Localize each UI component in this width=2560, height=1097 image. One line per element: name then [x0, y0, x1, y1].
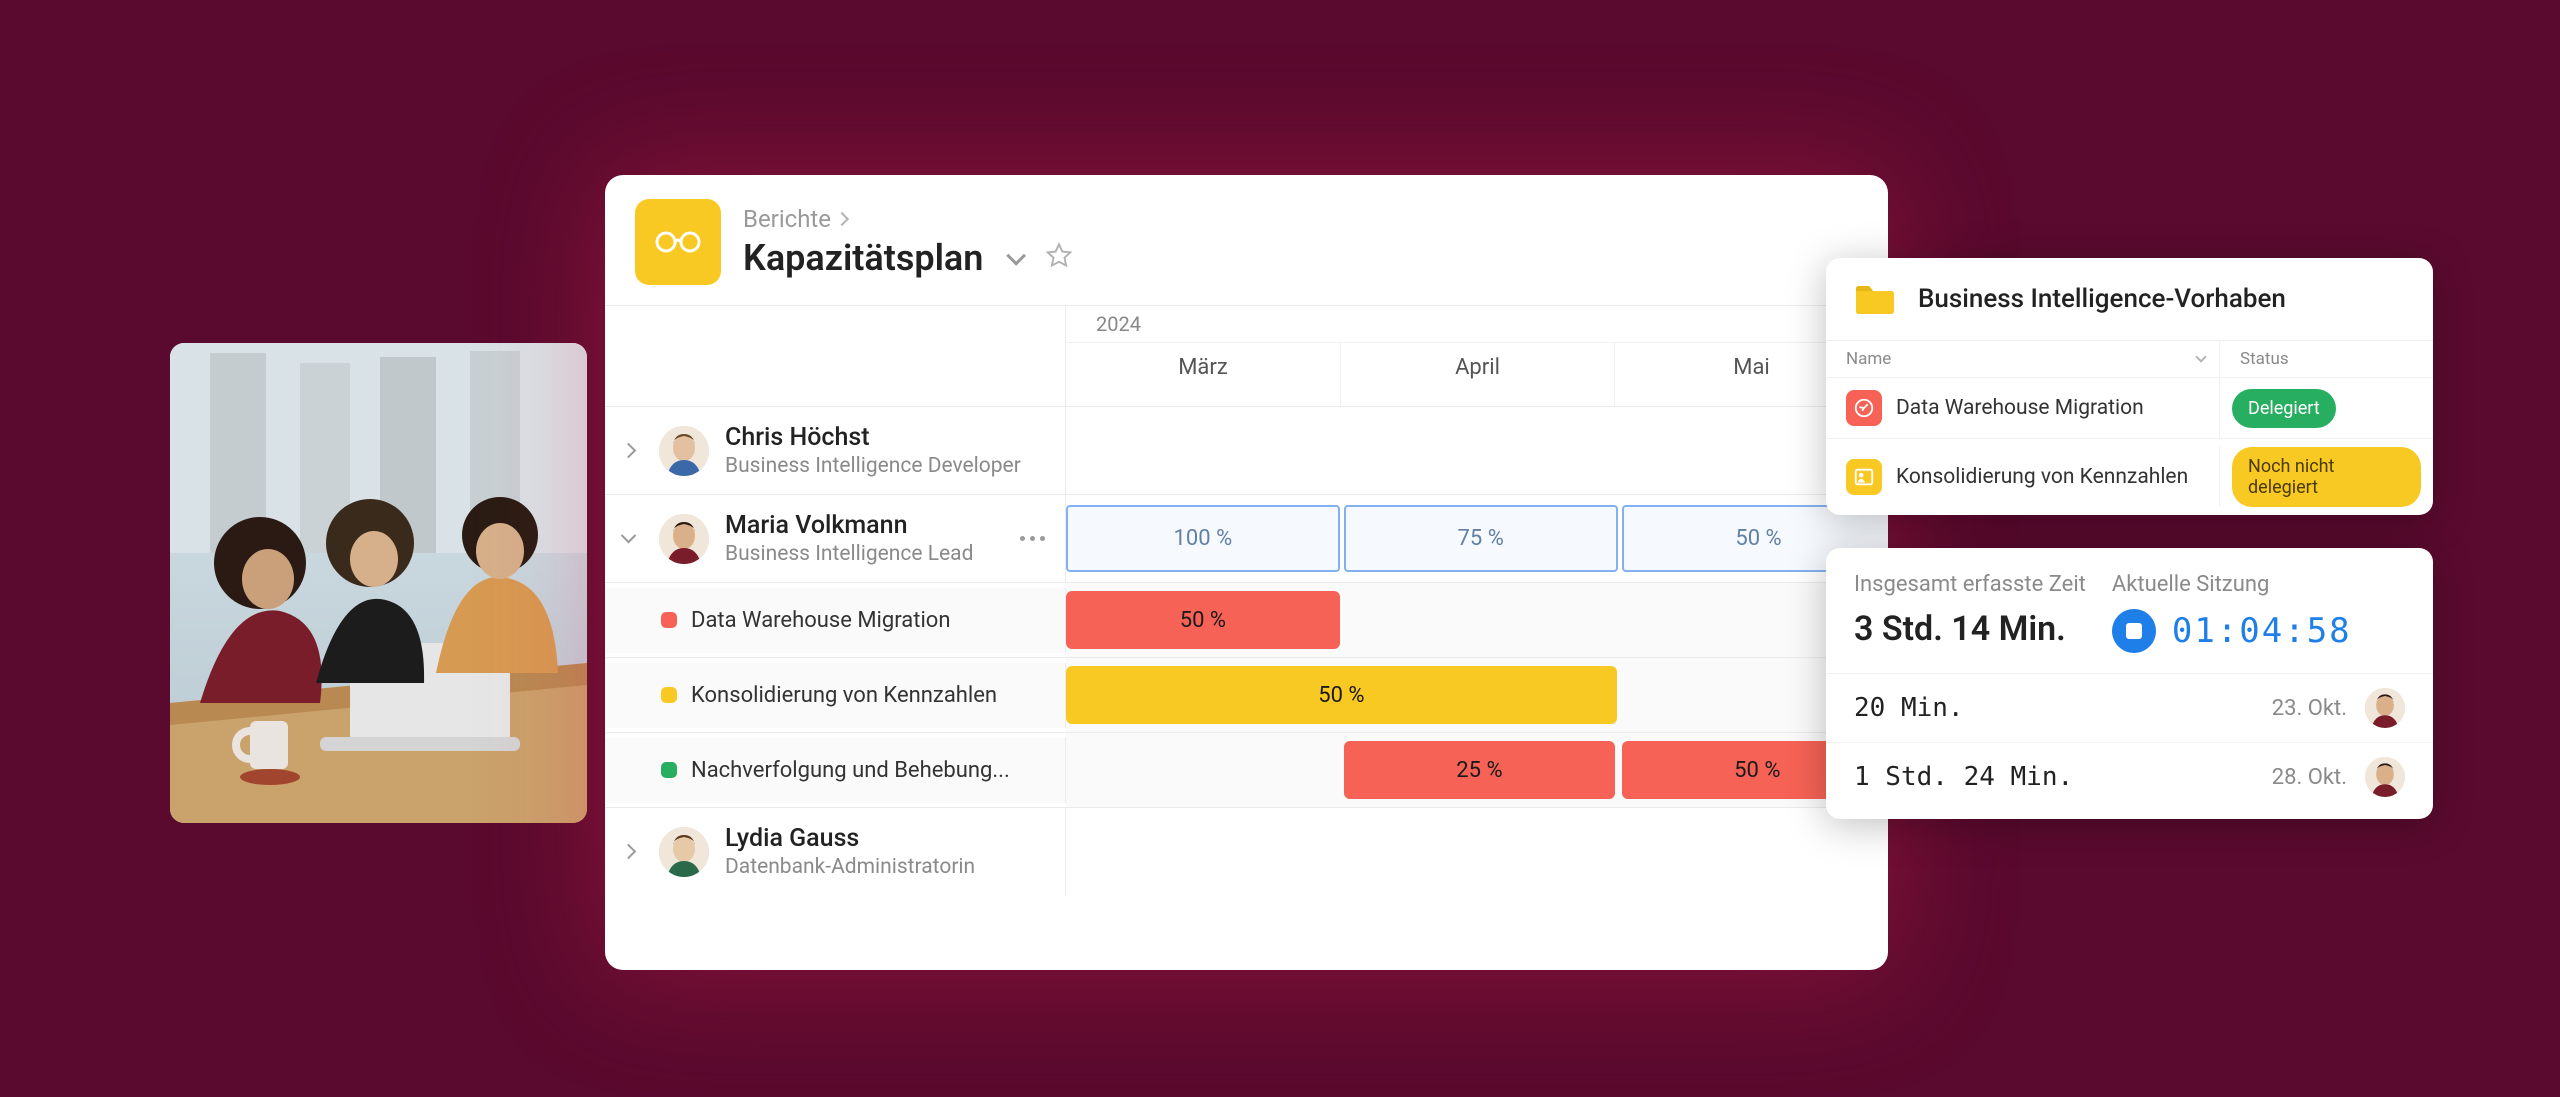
person-role: Business Intelligence Lead — [725, 542, 998, 566]
allocation-block[interactable]: 75 % — [1344, 505, 1618, 572]
expand-toggle[interactable] — [613, 524, 643, 554]
entry-date: 23. Okt. — [2272, 696, 2347, 721]
task-row: Data Warehouse Migration 50 % — [605, 582, 1888, 657]
page-title: Kapazitätsplan — [743, 237, 983, 279]
more-menu[interactable] — [1014, 530, 1051, 547]
task-color-chip — [661, 687, 677, 703]
chevron-right-icon — [620, 443, 636, 459]
column-header-name[interactable]: Name — [1826, 341, 2220, 377]
entry-duration: 1 Std. 24 Min. — [1854, 762, 2254, 792]
stop-timer-button[interactable] — [2112, 609, 2156, 653]
session-label: Aktuelle Sitzung — [2112, 572, 2352, 597]
bi-card-title: Business Intelligence-Vorhaben — [1918, 284, 2286, 314]
title-dropdown[interactable] — [999, 243, 1029, 273]
table-row[interactable]: Konsolidierung von Kennzahlen Noch nicht… — [1826, 438, 2433, 515]
time-tracking-card: Insgesamt erfasste Zeit 3 Std. 14 Min. A… — [1826, 548, 2433, 819]
total-time-value: 3 Std. 14 Min. — [1854, 609, 2086, 649]
allocation-track: 100 %75 %50 % — [1066, 495, 1888, 582]
chevron-down-icon — [620, 528, 636, 544]
person-name: Chris Höchst — [725, 423, 1051, 452]
avatar — [659, 514, 709, 564]
month-header: April — [1340, 343, 1614, 406]
hero-photo — [170, 343, 587, 823]
person-role: Business Intelligence Developer — [725, 454, 1051, 478]
entry-duration: 20 Min. — [1854, 693, 2254, 723]
breadcrumb[interactable]: Berichte — [743, 205, 1858, 233]
breadcrumb-label: Berichte — [743, 205, 831, 233]
task-name[interactable]: Konsolidierung von Kennzahlen — [691, 683, 997, 708]
table-row[interactable]: Data Warehouse Migration Delegiert — [1826, 377, 2433, 438]
person-row: Lydia Gauss Datenbank-Administratorin — [605, 807, 1888, 895]
session-time-value: 01:04:58 — [2172, 611, 2352, 651]
task-row: Konsolidierung von Kennzahlen 50 % — [605, 657, 1888, 732]
entry-date: 28. Okt. — [2272, 765, 2347, 790]
status-badge: Delegiert — [2232, 389, 2336, 428]
person-card-icon — [1846, 459, 1882, 495]
task-bar[interactable]: 50 % — [1066, 666, 1617, 724]
allocation-block[interactable]: 100 % — [1066, 505, 1340, 572]
chevron-right-icon — [620, 844, 636, 860]
time-entry[interactable]: 20 Min. 23. Okt. — [1826, 674, 2433, 742]
expand-toggle[interactable] — [613, 436, 643, 466]
month-header: März — [1066, 343, 1340, 406]
avatar — [2365, 757, 2405, 797]
person-name: Maria Volkmann — [725, 511, 998, 540]
chevron-down-icon — [2195, 351, 2206, 362]
chevron-right-icon — [835, 212, 849, 226]
dashboard-icon — [1846, 390, 1882, 426]
task-color-chip — [661, 612, 677, 628]
avatar — [659, 827, 709, 877]
task-bar[interactable]: 50 % — [1066, 591, 1340, 649]
allocation-track — [1066, 808, 1888, 895]
person-row: Maria Volkmann Business Intelligence Lea… — [605, 494, 1888, 582]
plan-glasses-icon — [635, 199, 721, 285]
person-role: Datenbank-Administratorin — [725, 855, 1051, 879]
task-bar[interactable]: 25 % — [1344, 741, 1615, 799]
avatar — [2365, 688, 2405, 728]
favorite-button[interactable] — [1045, 242, 1073, 274]
timeline-year: 2024 — [1066, 306, 1888, 342]
capacity-plan-card: Berichte Kapazitätsplan 2024 MärzApril Ma… — [605, 175, 1888, 970]
initiative-name: Konsolidierung von Kennzahlen — [1896, 465, 2188, 489]
person-name: Lydia Gauss — [725, 824, 1051, 853]
expand-toggle[interactable] — [613, 837, 643, 867]
folder-icon — [1850, 274, 1900, 324]
task-name[interactable]: Nachverfolgung und Behebung... — [691, 758, 1010, 783]
allocation-track — [1066, 407, 1888, 494]
chevron-down-icon — [1007, 246, 1027, 266]
bi-initiatives-card: Business Intelligence-Vorhaben Name Stat… — [1826, 258, 2433, 515]
status-badge: Noch nicht delegiert — [2232, 447, 2421, 507]
task-row: Nachverfolgung und Behebung... 25 %50 % — [605, 732, 1888, 807]
time-entry[interactable]: 1 Std. 24 Min. 28. Okt. — [1826, 742, 2433, 811]
initiative-name: Data Warehouse Migration — [1896, 396, 2144, 420]
column-header-status[interactable]: Status — [2220, 341, 2433, 377]
task-name[interactable]: Data Warehouse Migration — [691, 608, 951, 633]
avatar — [659, 426, 709, 476]
person-row: Chris Höchst Business Intelligence Devel… — [605, 406, 1888, 494]
task-color-chip — [661, 762, 677, 778]
total-time-label: Insgesamt erfasste Zeit — [1854, 572, 2086, 597]
stop-icon — [2126, 623, 2142, 639]
